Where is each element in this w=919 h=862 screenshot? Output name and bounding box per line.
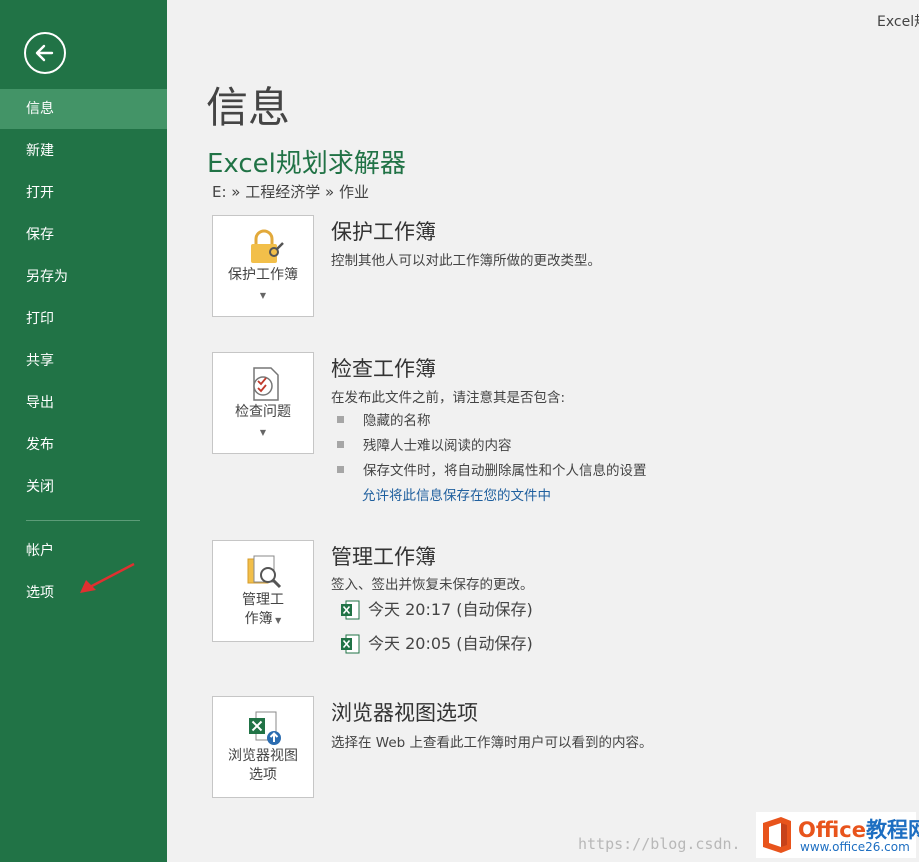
manage-workbook-label-2: 作簿 ▼: [244, 611, 282, 627]
arrow-left-icon: [35, 44, 54, 62]
excel-file-icon: [341, 600, 360, 619]
sidebar-divider: [26, 520, 140, 521]
back-button[interactable]: [24, 32, 66, 74]
breadcrumb: E: » 工程经济学 » 作业: [212, 183, 369, 201]
inspect-problems-label: 检查问题: [235, 404, 291, 420]
protect-workbook-desc: 控制其他人可以对此工作簿所做的更改类型。: [331, 253, 601, 269]
window-title: Excel规: [877, 14, 919, 30]
browser-view-label-2: 选项: [249, 767, 277, 783]
protect-workbook-title: 保护工作簿: [331, 220, 436, 244]
inspect-workbook-title: 检查工作簿: [331, 357, 436, 381]
manage-workbook-desc: 签入、签出并恢复未保存的更改。: [331, 577, 534, 593]
page-title: 信息: [206, 83, 291, 132]
office26-logo: Office教程网 www.office26.com: [756, 812, 919, 858]
protect-workbook-button[interactable]: 保护工作簿 ▼: [212, 215, 314, 317]
manage-workbook-label-1: 管理工: [242, 592, 284, 608]
sidebar-item-open[interactable]: 打开: [0, 173, 167, 213]
browser-view-options-button[interactable]: 浏览器视图 选项: [212, 696, 314, 798]
browser-view-options-desc: 选择在 Web 上查看此工作簿时用户可以看到的内容。: [331, 735, 653, 751]
inspect-workbook-button[interactable]: 检查问题 ▼: [212, 352, 314, 454]
backstage-sidebar: 信息 新建 打开 保存 另存为 打印 共享 导出 发布 关闭 帐户 选项: [0, 0, 167, 862]
sidebar-item-export[interactable]: 导出: [0, 383, 167, 423]
sidebar-item-save-as[interactable]: 另存为: [0, 257, 167, 297]
red-arrow-annotation: [80, 562, 135, 593]
manage-workbook-icon: [247, 555, 282, 589]
manage-workbook-title: 管理工作簿: [331, 545, 436, 569]
chevron-down-icon: ▼: [259, 428, 267, 437]
inspect-document-icon: [253, 367, 279, 401]
list-item: 残障人士难以阅读的内容: [337, 434, 512, 454]
browser-view-icon: [249, 711, 281, 745]
document-title: Excel规划求解器: [207, 149, 406, 179]
protect-workbook-label: 保护工作簿: [228, 267, 298, 283]
sidebar-item-close[interactable]: 关闭: [0, 467, 167, 507]
sidebar-item-print[interactable]: 打印: [0, 299, 167, 339]
chevron-down-icon: ▼: [259, 291, 267, 300]
browser-view-label-1: 浏览器视图: [228, 748, 298, 764]
autosave-version-2[interactable]: 今天 20:05 (自动保存): [340, 633, 533, 655]
browser-view-options-title: 浏览器视图选项: [331, 701, 478, 725]
excel-file-icon: [341, 634, 360, 653]
autosave-version-1[interactable]: 今天 20:17 (自动保存): [340, 599, 533, 621]
lock-icon: [251, 229, 284, 263]
manage-workbook-button[interactable]: 管理工 作簿 ▼: [212, 540, 314, 642]
office-logo-icon: [763, 817, 791, 853]
sidebar-item-info[interactable]: 信息: [0, 89, 167, 129]
list-item: 保存文件时，将自动删除属性和个人信息的设置: [337, 459, 647, 479]
watermark-text: https://blog.csdn.: [578, 835, 741, 853]
sidebar-item-new[interactable]: 新建: [0, 131, 167, 171]
sidebar-item-save[interactable]: 保存: [0, 215, 167, 255]
logo-url: www.office26.com: [800, 840, 910, 854]
allow-save-info-link[interactable]: 允许将此信息保存在您的文件中: [362, 484, 551, 504]
list-item: 隐藏的名称: [337, 409, 431, 429]
inspect-workbook-desc: 在发布此文件之前，请注意其是否包含:: [331, 390, 566, 406]
sidebar-item-publish[interactable]: 发布: [0, 425, 167, 465]
sidebar-item-share[interactable]: 共享: [0, 341, 167, 381]
